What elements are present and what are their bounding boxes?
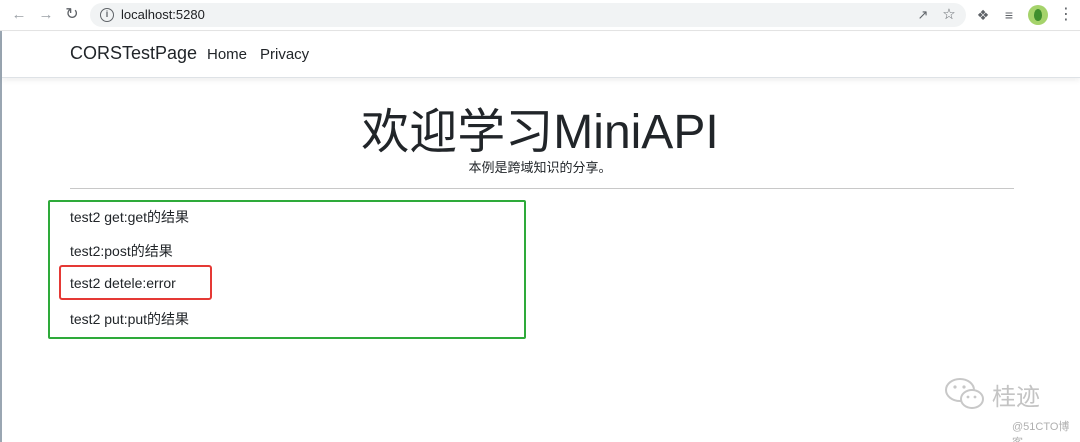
brand-link[interactable]: CORSTestPage <box>70 43 197 64</box>
browser-toolbar: ← → ↻ i localhost:5280 ↗ ☆ ❖ ≡ ⋮ <box>0 0 1080 31</box>
result-get: test2 get:get的结果 <box>70 209 190 225</box>
wechat-logo-icon <box>945 378 984 409</box>
reading-list-icon[interactable]: ≡ <box>1000 6 1018 24</box>
page-title: 欢迎学习MiniAPI <box>361 106 719 159</box>
forward-arrow-icon[interactable]: → <box>36 5 56 25</box>
nav-link-privacy[interactable]: Privacy <box>260 46 309 63</box>
profile-avatar[interactable] <box>1028 5 1048 25</box>
share-icon[interactable]: ↗ <box>914 6 932 24</box>
info-icon[interactable]: i <box>100 8 114 22</box>
divider <box>70 188 1014 189</box>
nav-link-home[interactable]: Home <box>207 46 247 63</box>
site-navbar: CORSTestPage Home Privacy <box>2 32 1080 78</box>
results-box: test2 get:get的结果 test2:post的结果 test2 det… <box>48 200 526 339</box>
page-subtitle: 本例是跨域知识的分享。 <box>468 160 612 175</box>
watermark-name: 桂迹 <box>992 383 1040 411</box>
watermark-source: @51CTO博客 <box>1012 421 1070 442</box>
url-text[interactable]: localhost:5280 <box>121 7 205 22</box>
bookmark-star-icon[interactable]: ☆ <box>940 6 958 24</box>
back-arrow-icon[interactable]: ← <box>9 5 29 25</box>
reload-icon[interactable]: ↻ <box>62 5 82 25</box>
menu-kebab-icon[interactable]: ⋮ <box>1058 5 1074 25</box>
result-delete: test2 detele:error <box>70 275 176 291</box>
result-post: test2:post的结果 <box>70 243 173 259</box>
extensions-puzzle-icon[interactable]: ❖ <box>974 6 992 24</box>
result-put: test2 put:put的结果 <box>70 311 190 327</box>
address-bar[interactable]: i localhost:5280 ↗ ☆ <box>90 3 966 27</box>
